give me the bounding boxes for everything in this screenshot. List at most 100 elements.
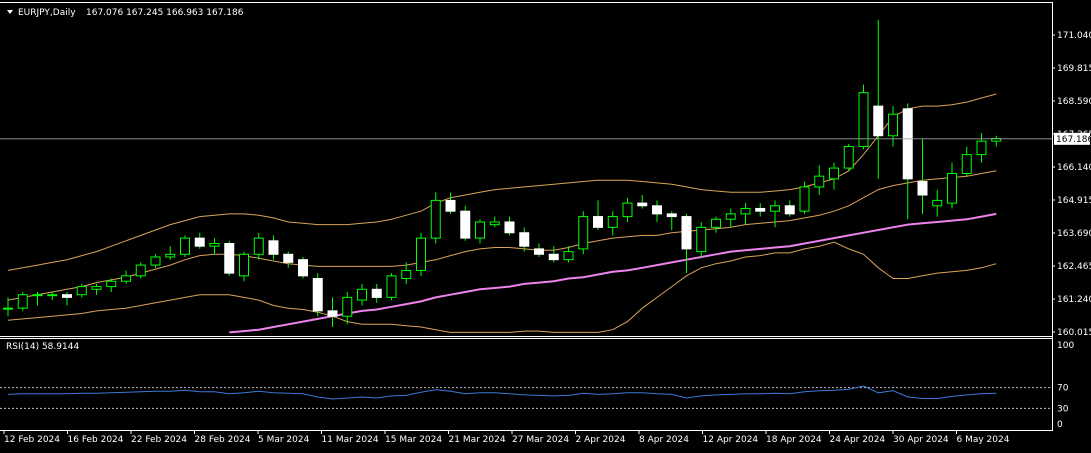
candle xyxy=(784,200,795,217)
candle xyxy=(386,273,397,301)
rsi-axis: 100 70 30 0 xyxy=(0,341,1074,430)
candle-body-bull xyxy=(386,275,397,298)
current-price-label: 167.186 xyxy=(1056,135,1091,145)
price-tick-label: 162.465 xyxy=(1057,262,1091,272)
candle xyxy=(961,146,972,177)
candle xyxy=(548,246,559,263)
candle-body-bull xyxy=(814,175,825,188)
candle xyxy=(578,211,589,255)
candle-body-bull xyxy=(696,226,707,253)
candle xyxy=(637,195,648,209)
candle-body-bear xyxy=(504,221,515,234)
candle xyxy=(121,270,131,284)
chart-header: EURJPY,Daily 167.076 167.245 166.963 167… xyxy=(7,8,244,18)
candle-body-bull xyxy=(91,286,102,290)
candle xyxy=(62,291,72,306)
price-tick-label: 160.015 xyxy=(1057,328,1091,338)
candle xyxy=(932,189,943,217)
price-tick-label: 168.590 xyxy=(1057,97,1091,107)
candle-body-bear xyxy=(327,310,338,317)
candle xyxy=(711,216,721,233)
date-tick-label: 15 Mar 2024 xyxy=(385,435,442,445)
date-tick-label: 21 Mar 2024 xyxy=(449,435,506,445)
price-axis: 171.040169.815168.590167.365166.140164.9… xyxy=(1052,31,1091,338)
candle-body-bear xyxy=(873,105,884,137)
date-tick-label: 27 Mar 2024 xyxy=(512,435,569,445)
candle-body-bull xyxy=(253,237,264,255)
candle-body-bull xyxy=(3,307,13,310)
symbol-label: EURJPY,Daily xyxy=(18,8,76,18)
candle-body-bull xyxy=(843,146,854,169)
candle xyxy=(165,246,176,260)
price-tick-label: 161.240 xyxy=(1057,295,1091,305)
candle xyxy=(519,227,530,252)
candle xyxy=(976,133,987,163)
candle-body-bull xyxy=(829,167,839,180)
candle-body-bull xyxy=(578,216,589,250)
candle-body-bear xyxy=(62,294,72,298)
candle-body-bull xyxy=(180,237,190,255)
date-tick-label: 24 Apr 2024 xyxy=(830,435,886,445)
candle xyxy=(150,254,161,268)
candle xyxy=(991,135,1002,147)
candle-body-bull xyxy=(47,294,58,297)
candle-body-bear xyxy=(445,199,456,212)
candles xyxy=(3,19,1002,328)
date-tick-label: 30 Apr 2024 xyxy=(893,435,949,445)
candle xyxy=(430,192,441,244)
candle xyxy=(17,291,28,311)
candle-body-bull xyxy=(725,213,736,220)
candle xyxy=(843,143,854,171)
candle xyxy=(770,200,780,228)
candle xyxy=(224,240,235,276)
rsi-tick-label: 70 xyxy=(1057,384,1069,394)
candle-body-bull xyxy=(563,251,574,261)
candle-body-bear xyxy=(637,202,648,207)
candle xyxy=(135,262,146,279)
rsi-tick-label: 100 xyxy=(1057,341,1074,351)
candle xyxy=(209,238,220,255)
trading-chart[interactable]: EURJPY,Daily 167.076 167.245 166.963 167… xyxy=(0,0,1091,453)
candle-body-bear xyxy=(917,181,928,196)
band-upper-line xyxy=(7,93,997,271)
price-tick-label: 166.140 xyxy=(1057,163,1091,173)
candle-body-bear xyxy=(283,253,294,263)
candle-body-bull xyxy=(607,216,618,228)
candle-body-bear xyxy=(371,288,382,298)
candle xyxy=(342,291,353,325)
price-tick-label: 169.815 xyxy=(1057,64,1091,74)
price-tick-label: 163.690 xyxy=(1057,229,1091,239)
candle-body-bull xyxy=(622,202,633,218)
candle-body-bear xyxy=(460,210,471,239)
candle xyxy=(504,216,515,236)
date-axis: 12 Feb 2024 16 Feb 2024 22 Feb 2024 28 Feb … xyxy=(3,430,1010,445)
candle xyxy=(563,246,574,263)
candle-body-bull xyxy=(209,243,220,247)
date-tick-label: 16 Feb 2024 xyxy=(68,435,124,445)
candle xyxy=(681,213,692,274)
candle-body-bull xyxy=(770,205,780,212)
date-tick-label: 12 Apr 2024 xyxy=(703,435,759,445)
candle-body-bull xyxy=(932,199,943,207)
candle xyxy=(814,165,825,196)
candle xyxy=(283,251,294,268)
candle-body-bear xyxy=(312,278,323,312)
candle-body-bull xyxy=(135,264,146,277)
candle xyxy=(888,106,898,147)
candle-body-bull xyxy=(976,140,987,156)
candle xyxy=(858,84,869,150)
candle xyxy=(3,297,13,317)
candle xyxy=(947,162,957,209)
date-tick-label: 5 Mar 2024 xyxy=(258,435,310,445)
candle-body-bear xyxy=(298,259,308,277)
candle xyxy=(622,197,633,222)
candle xyxy=(445,192,456,214)
candle-body-bull xyxy=(888,113,898,137)
candle-body-bull xyxy=(475,221,485,239)
rsi-tick-label: 0 xyxy=(1057,420,1063,430)
candle-body-bull xyxy=(416,237,426,271)
candle xyxy=(460,205,471,241)
candle xyxy=(475,219,485,244)
collapse-triangle-icon[interactable] xyxy=(7,10,13,14)
candle-body-bull xyxy=(150,256,161,266)
